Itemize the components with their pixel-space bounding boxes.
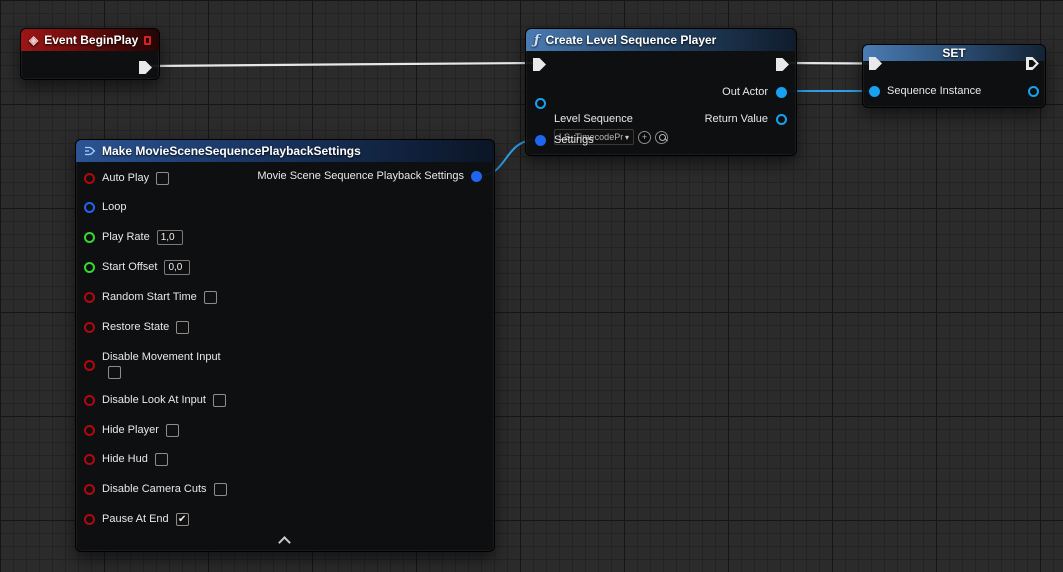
pin-row-disable-camera-cuts: Disable Camera Cuts — [84, 480, 227, 498]
settings-label: Settings — [554, 134, 594, 146]
start-offset-pin[interactable] — [84, 262, 95, 273]
disable-look-at-input-pin[interactable] — [84, 395, 95, 406]
chevron-down-icon: ▾ — [625, 133, 629, 142]
play-rate-field[interactable] — [157, 230, 183, 245]
pin-label: Loop — [102, 201, 126, 213]
make-struct-icon — [84, 145, 96, 157]
pin-label: Restore State — [102, 321, 169, 333]
playback-settings-output-pin[interactable] — [471, 171, 482, 182]
set-sequence-instance-node[interactable]: SET Sequence Instance — [862, 44, 1046, 108]
pin-label: Auto Play — [102, 172, 149, 184]
disable-look-at-input-checkbox[interactable] — [213, 394, 226, 407]
pause-at-end-checkbox[interactable]: ✔ — [176, 513, 189, 526]
return-value-label: Return Value — [705, 113, 768, 125]
pin-label: Disable Look At Input — [102, 394, 206, 406]
pin-row-disable-look-at-input: Disable Look At Input — [84, 391, 226, 409]
out-actor-pin[interactable] — [776, 87, 787, 98]
pin-row-random-start-time: Random Start Time — [84, 288, 217, 306]
hide-hud-checkbox[interactable] — [155, 453, 168, 466]
delegate-pin[interactable] — [144, 36, 151, 45]
pin-label: Disable Movement Input — [102, 351, 221, 363]
pin-row-start-offset: Start Offset — [84, 258, 190, 276]
hide-player-checkbox[interactable] — [166, 424, 179, 437]
create-level-sequence-player-node[interactable]: ƒ Create Level Sequence Player Level Seq… — [525, 28, 797, 156]
sequence-instance-pin[interactable] — [869, 86, 880, 97]
exec-in-pin[interactable] — [869, 57, 882, 70]
random-start-time-checkbox[interactable] — [204, 291, 217, 304]
random-start-time-pin[interactable] — [84, 292, 95, 303]
disable-movement-input-pin[interactable] — [84, 360, 95, 371]
playback-settings-output-label: Movie Scene Sequence Playback Settings — [257, 170, 464, 182]
pin-label: Hide Player — [102, 424, 159, 436]
restore-state-checkbox[interactable] — [176, 321, 189, 334]
collapse-node-button[interactable] — [278, 536, 291, 549]
browse-asset-icon[interactable] — [655, 131, 668, 144]
exec-in-pin[interactable] — [533, 58, 546, 71]
node-title: Event BeginPlay — [44, 33, 138, 47]
exec-out-pin[interactable] — [139, 61, 152, 74]
out-actor-label: Out Actor — [722, 86, 768, 98]
pin-label: Random Start Time — [102, 291, 197, 303]
level-sequence-pin[interactable] — [535, 98, 546, 109]
event-beginplay-node[interactable]: ◈ Event BeginPlay — [20, 28, 160, 80]
pin-label: Disable Camera Cuts — [102, 483, 207, 495]
pin-row-auto-play: Auto Play — [84, 169, 169, 187]
pin-label: Hide Hud — [102, 453, 148, 465]
loop-pin[interactable] — [84, 202, 95, 213]
pin-row-disable-movement-input: Disable Movement Input — [84, 345, 221, 385]
pin-label: Play Rate — [102, 231, 150, 243]
auto-play-checkbox[interactable] — [156, 172, 169, 185]
use-selected-asset-icon[interactable]: + — [638, 131, 651, 144]
disable-camera-cuts-pin[interactable] — [84, 484, 95, 495]
pin-label: Start Offset — [102, 261, 157, 273]
hide-hud-pin[interactable] — [84, 454, 95, 465]
sequence-instance-label: Sequence Instance — [887, 85, 981, 97]
pin-label: Pause At End — [102, 513, 169, 525]
play-rate-pin[interactable] — [84, 232, 95, 243]
pin-row-play-rate: Play Rate — [84, 228, 183, 246]
pin-row-pause-at-end: Pause At End ✔ — [84, 510, 189, 528]
set-header[interactable]: SET — [863, 45, 1045, 61]
node-title: SET — [942, 46, 965, 60]
node-title: Make MovieSceneSequencePlaybackSettings — [102, 144, 361, 158]
exec-wire-beginplay-to-create[interactable] — [151, 63, 534, 66]
pin-row-hide-player: Hide Player — [84, 421, 179, 439]
make-settings-header[interactable]: Make MovieSceneSequencePlaybackSettings — [76, 140, 494, 162]
make-playback-settings-node[interactable]: Make MovieSceneSequencePlaybackSettings … — [75, 139, 495, 552]
event-beginplay-header[interactable]: ◈ Event BeginPlay — [21, 29, 159, 51]
disable-camera-cuts-checkbox[interactable] — [214, 483, 227, 496]
settings-pin[interactable] — [535, 135, 546, 146]
auto-play-pin[interactable] — [84, 173, 95, 184]
exec-out-pin[interactable] — [1026, 57, 1039, 70]
function-icon: ƒ — [534, 33, 540, 48]
pin-row-loop: Loop — [84, 198, 126, 216]
exec-out-pin[interactable] — [776, 58, 789, 71]
set-output-pin[interactable] — [1028, 86, 1039, 97]
disable-movement-input-checkbox[interactable] — [108, 366, 121, 379]
start-offset-field[interactable] — [164, 260, 190, 275]
return-value-pin[interactable] — [776, 114, 787, 125]
blueprint-graph-canvas[interactable]: ◈ Event BeginPlay ƒ Create Level Sequenc… — [0, 0, 1063, 572]
restore-state-pin[interactable] — [84, 322, 95, 333]
event-icon: ◈ — [29, 33, 38, 47]
pause-at-end-pin[interactable] — [84, 514, 95, 525]
exec-wire-create-to-set[interactable] — [789, 63, 870, 64]
pin-row-hide-hud: Hide Hud — [84, 450, 168, 468]
pin-row-restore-state: Restore State — [84, 318, 189, 336]
create-player-header[interactable]: ƒ Create Level Sequence Player — [526, 29, 796, 51]
hide-player-pin[interactable] — [84, 425, 95, 436]
level-sequence-label: Level Sequence — [554, 113, 633, 125]
node-title: Create Level Sequence Player — [546, 33, 717, 47]
